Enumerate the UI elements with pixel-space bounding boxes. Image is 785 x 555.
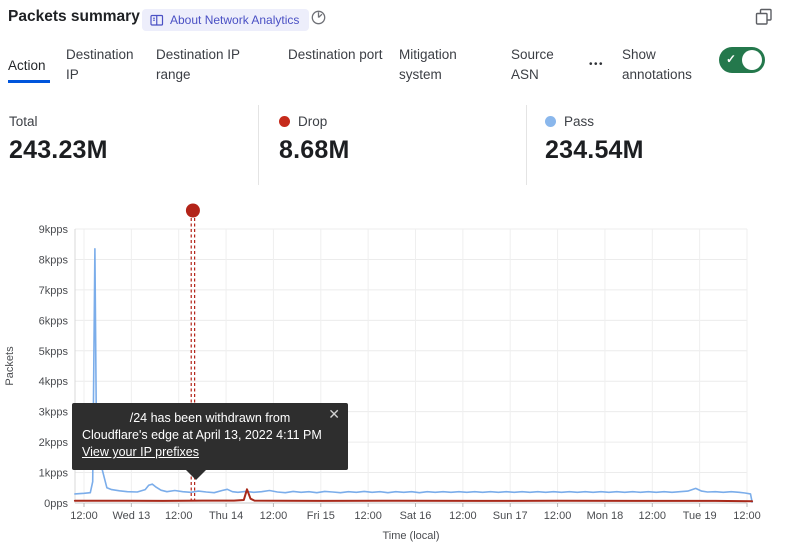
y-axis-title: Packets <box>4 346 16 386</box>
x-tick-label: Tue 19 <box>683 510 717 522</box>
tooltip-line2: Cloudflare's edge at April 13, 2022 4:11… <box>82 427 338 444</box>
annotation-tooltip: ✕ /24 has been withdrawn from Cloudflare… <box>72 403 348 470</box>
ellipsis-icon[interactable]: ••• <box>589 59 604 70</box>
dimension-tabs: Action Destination IP Destination IP ran… <box>8 45 777 85</box>
check-icon: ✓ <box>726 52 736 66</box>
x-tick-label: Thu 14 <box>209 510 243 522</box>
x-tick-label: 12:00 <box>260 510 288 522</box>
tab-mitigation-system[interactable]: Mitigation system <box>399 45 495 85</box>
x-tick-label: Sun 17 <box>493 510 528 522</box>
page-title: Packets summary <box>8 8 140 26</box>
stat-total: Total 243.23M <box>0 105 258 185</box>
stat-drop[interactable]: Drop 8.68M <box>258 105 526 185</box>
tab-destination-ip[interactable]: Destination IP <box>66 45 140 85</box>
x-tick-label: 12:00 <box>70 510 98 522</box>
badge-label: About Network Analytics <box>170 13 299 27</box>
packets-time-series-chart[interactable]: 0pps 1kpps 2kpps 3kpps 4kpps 5kpps 6kpps 7kpps 8… <box>0 200 785 555</box>
stat-pass-value: 234.54M <box>545 136 785 165</box>
tab-destination-port[interactable]: Destination port <box>288 45 383 65</box>
x-tick-label: 12:00 <box>544 510 572 522</box>
stat-pass[interactable]: Pass 234.54M <box>526 105 785 185</box>
x-axis-title: Time (local) <box>382 530 439 542</box>
about-network-analytics-badge[interactable]: About Network Analytics <box>142 9 309 31</box>
show-annotations-label: Show annotations <box>622 45 704 85</box>
y-tick-label: 4kpps <box>39 376 69 388</box>
stat-drop-label: Drop <box>298 114 327 129</box>
x-tick-label: Mon 18 <box>587 510 624 522</box>
x-tick-label: Sat 16 <box>400 510 432 522</box>
stat-total-label: Total <box>9 114 38 129</box>
panel-header: Packets summary About Network Analytics <box>0 0 785 40</box>
chart-plot[interactable]: 0pps 1kpps 2kpps 3kpps 4kpps 5kpps 6kpps 7kpps 8… <box>0 200 785 555</box>
pass-legend-dot <box>545 116 556 127</box>
x-tick-label: 12:00 <box>354 510 382 522</box>
y-tick-label: 1kpps <box>39 468 69 480</box>
x-tick-label: 12:00 <box>733 510 761 522</box>
x-tick-label: Wed 13 <box>112 510 150 522</box>
stat-pass-label: Pass <box>564 114 594 129</box>
y-tick-label: 0pps <box>44 498 68 510</box>
stat-total-value: 243.23M <box>9 136 258 165</box>
x-tick-label: 12:00 <box>449 510 477 522</box>
stat-drop-value: 8.68M <box>279 136 526 165</box>
stats-row: Total 243.23M Drop 8.68M Pass 234.54M <box>0 105 785 185</box>
tooltip-line1: /24 has been withdrawn from <box>82 410 338 427</box>
y-tick-label: 5kpps <box>39 346 69 358</box>
book-icon <box>150 14 164 27</box>
y-tick-label: 2kpps <box>39 437 69 449</box>
annotation-marker-dot[interactable] <box>186 204 200 218</box>
y-tick-label: 3kpps <box>39 407 69 419</box>
drop-legend-dot <box>279 116 290 127</box>
y-tick-label: 9kpps <box>39 224 69 236</box>
show-annotations-toggle[interactable]: ✓ <box>719 47 765 73</box>
x-tick-label: 12:00 <box>639 510 667 522</box>
x-tick-label: Fri 15 <box>307 510 335 522</box>
close-icon[interactable]: ✕ <box>328 407 340 421</box>
view-ip-prefixes-link[interactable]: View your IP prefixes <box>82 444 199 461</box>
y-tick-label: 6kpps <box>39 315 69 327</box>
toggle-knob <box>742 50 762 70</box>
y-tick-label: 7kpps <box>39 285 69 297</box>
tab-action[interactable]: Action <box>8 56 50 83</box>
x-tick-label: 12:00 <box>165 510 193 522</box>
restore-window-icon[interactable] <box>754 7 774 27</box>
y-tick-label: 8kpps <box>39 254 69 266</box>
tab-source-asn[interactable]: Source ASN <box>511 45 561 85</box>
tab-destination-ip-range[interactable]: Destination IP range <box>156 45 272 85</box>
clock-icon[interactable] <box>310 9 328 27</box>
packets-summary-panel: Packets summary About Network Analytics <box>0 0 785 555</box>
